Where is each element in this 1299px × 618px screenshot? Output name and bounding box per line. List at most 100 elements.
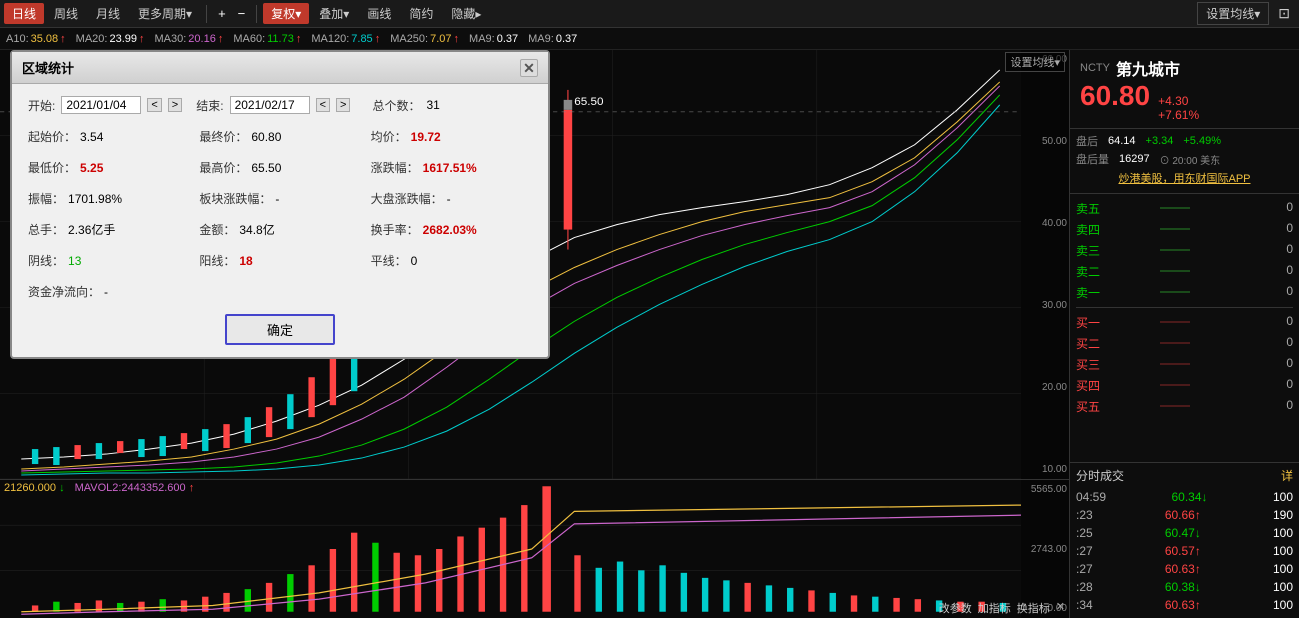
after-hours-change: +3.34 [1146, 135, 1174, 147]
ob-divider [1076, 307, 1293, 308]
dialog-end-prev[interactable]: < [316, 98, 330, 112]
period-btn-more[interactable]: 更多周期▾ [130, 3, 200, 24]
buy5-row: 买五 0 [1076, 396, 1293, 417]
separator-2 [256, 5, 257, 23]
fullscreen-btn[interactable]: ⊡ [1273, 3, 1295, 24]
dialog-total-value: 31 [426, 98, 439, 112]
stock-change-abs: +4.30 [1158, 94, 1199, 108]
dialog-start-prev[interactable]: < [147, 98, 161, 112]
settings-maline-chart-btn[interactable]: 设置均线▾ [1005, 52, 1065, 72]
sell3-row: 卖三 0 [1076, 240, 1293, 261]
trade-row-5: :27 60.63↑ 100 [1076, 560, 1293, 578]
sell1-row: 卖一 0 [1076, 282, 1293, 303]
dialog-stats-grid: 起始价： 3.54 最终价： 60.80 均价： 19.72 最低价： [28, 128, 532, 300]
sell2-row: 卖二 0 [1076, 261, 1293, 282]
dialog-close-btn[interactable]: ✕ [520, 59, 538, 77]
vol-change-params-btn[interactable]: 改参数 [939, 600, 972, 616]
action-yincang[interactable]: 隐藏▸ [443, 3, 489, 24]
toolbar: 日线 周线 月线 更多周期▾ + − 复权▾ 叠加▾ 画线 简约 隐藏▸ 设置均… [0, 0, 1299, 28]
trade-panel: 分时成交 详 04:59 60.34↓ 100 :23 60.66↑ 190 :… [1070, 462, 1299, 618]
dialog-title-text: 区域统计 [22, 58, 74, 77]
ma-bar: A10: 35.08 ↑ MA20: 23.99 ↑ MA30: 20.16 ↑… [0, 28, 1299, 50]
volume-chart: 21260.000 ↓ MAVOL2:2443352.600 ↑ [0, 480, 1069, 618]
dialog-content: 开始: < > 结束: < > 总个数： 31 起始价： 3.54 最终价： [12, 84, 548, 357]
zoom-in-btn[interactable]: + [213, 4, 231, 23]
dialog-cell-up-candles: 阳线： 18 [199, 252, 360, 269]
ma-9b: MA9: 0.37 [528, 33, 577, 45]
action-diejia[interactable]: 叠加▾ [311, 3, 357, 24]
dialog-cell-fund-flow: 资金净流向： - [28, 283, 189, 300]
after-hours-label: 盘后 [1076, 133, 1098, 149]
vol-close-btn[interactable]: ✕ [1056, 600, 1065, 616]
settings-maline-btn[interactable]: 设置均线▾ [1197, 2, 1269, 25]
dialog-cell-low-price: 最低价： 5.25 [28, 159, 189, 176]
after-hours-price: 64.14 [1108, 135, 1136, 147]
dialog-cell-final-price: 最终价： 60.80 [199, 128, 360, 145]
ma-a10: A10: 35.08 ↑ [6, 33, 66, 45]
buy4-row: 买四 0 [1076, 375, 1293, 396]
dialog-end-next[interactable]: > [336, 98, 350, 112]
ma-20: MA20: 23.99 ↑ [76, 33, 145, 45]
after-hours-pct: +5.49% [1183, 135, 1221, 147]
trade-row-4: :27 60.57↑ 100 [1076, 542, 1293, 560]
buy1-row: 买一 0 [1076, 312, 1293, 333]
dialog-start-next[interactable]: > [168, 98, 182, 112]
trade-row-1: 04:59 60.34↓ 100 [1076, 488, 1293, 506]
vol-controls: 改参数 加指标 换指标 ✕ [939, 600, 1065, 616]
after-hours-time: ⊙ 20:00 美东 [1160, 152, 1221, 167]
trade-detail-link[interactable]: 详 [1281, 467, 1293, 484]
action-fuquan[interactable]: 复权▾ [263, 3, 309, 24]
stock-price: 60.80 [1080, 82, 1150, 110]
trade-title: 分时成交 [1076, 467, 1124, 484]
ma-250: MA250: 7.07 ↑ [390, 33, 459, 45]
dialog-end-input[interactable] [230, 96, 310, 114]
ma-60: MA60: 11.73 ↑ [233, 33, 301, 45]
dialog-cell-avg-price: 均价： 19.72 [371, 128, 532, 145]
dialog-cell-sector-change: 板块涨跌幅： - [199, 190, 360, 207]
toolbar-right: 设置均线▾ ⊡ [1197, 2, 1295, 25]
vol-switch-indicator-btn[interactable]: 换指标 [1017, 600, 1050, 616]
trade-row-7: :34 60.63↑ 100 [1076, 596, 1293, 614]
promo-link[interactable]: 炒港美股，用东财国际APP [1076, 167, 1293, 189]
vol-add-indicator-btn[interactable]: 加指标 [978, 600, 1011, 616]
zoom-out-btn[interactable]: − [233, 4, 251, 23]
separator-1 [206, 5, 207, 23]
dialog-cell-high-price: 最高价： 65.50 [199, 159, 360, 176]
dialog-cell-change-pct: 涨跌幅： 1617.51% [371, 159, 532, 176]
right-panel: NCTY 第九城市 60.80 +4.30 +7.61% 盘后 64.14 +3… [1069, 50, 1299, 618]
dialog-cell-market-change: 大盘涨跌幅： - [371, 190, 532, 207]
action-huaxian[interactable]: 画线 [359, 3, 399, 24]
dialog-cell-flat-candles: 平线： 0 [371, 252, 532, 269]
after-hours-vol: 16297 [1119, 153, 1150, 165]
dialog-start-input[interactable] [61, 96, 141, 114]
action-jianyue[interactable]: 简约 [401, 3, 441, 24]
dialog-confirm-btn[interactable]: 确定 [225, 314, 335, 345]
vol-scale: 5565.00 2743.00 0.00 [1021, 480, 1069, 618]
ma-120: MA120: 7.85 ↑ [311, 33, 380, 45]
price-scale: 60.00 50.00 40.00 30.00 20.00 10.00 [1021, 50, 1069, 479]
order-book: 卖五 0 卖四 0 卖三 0 卖二 0 卖一 0 [1070, 194, 1299, 462]
dialog-cell-amplitude: 振幅： 1701.98% [28, 190, 189, 207]
svg-text:65.50: 65.50 [574, 96, 603, 108]
period-btn-weekly[interactable]: 周线 [46, 3, 86, 24]
dialog-cell-start-price: 起始价： 3.54 [28, 128, 189, 145]
sell5-row: 卖五 0 [1076, 198, 1293, 219]
dialog-start-label: 开始: [28, 97, 55, 114]
buy3-row: 买三 0 [1076, 354, 1293, 375]
stock-header: NCTY 第九城市 60.80 +4.30 +7.61% [1070, 50, 1299, 129]
period-btn-monthly[interactable]: 月线 [88, 3, 128, 24]
sell4-row: 卖四 0 [1076, 219, 1293, 240]
stock-change-pct: +7.61% [1158, 108, 1199, 122]
dialog-date-row: 开始: < > 结束: < > 总个数： 31 [28, 96, 532, 114]
dialog-cell-turnover: 换手率： 2682.03% [371, 221, 532, 238]
dialog-title: 区域统计 ✕ [12, 52, 548, 84]
dialog: 区域统计 ✕ 开始: < > 结束: < > 总个数： 31 起始价： 3.54 [10, 50, 550, 359]
buy2-row: 买二 0 [1076, 333, 1293, 354]
stock-name: 第九城市 [1116, 56, 1180, 80]
period-btn-daily[interactable]: 日线 [4, 3, 44, 24]
dialog-end-label: 结束: [196, 97, 223, 114]
ma-30: MA30: 20.16 ↑ [155, 33, 224, 45]
trade-row-6: :28 60.38↓ 100 [1076, 578, 1293, 596]
dialog-cell-down-candles: 阴线： 13 [28, 252, 189, 269]
dialog-footer: 确定 [28, 314, 532, 345]
